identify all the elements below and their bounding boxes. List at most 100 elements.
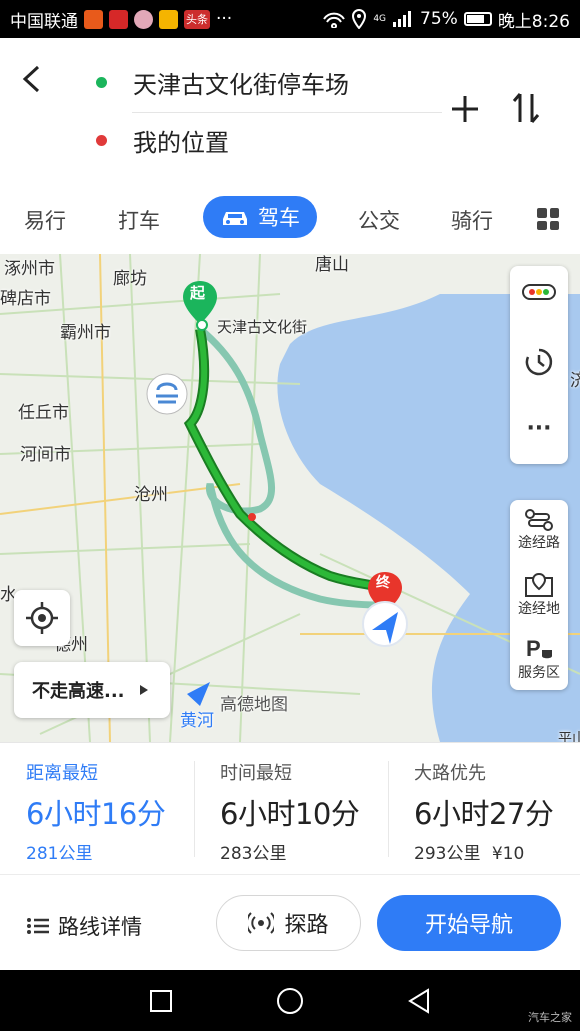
start-point <box>196 319 208 331</box>
destination-text: 我的位置 <box>133 128 229 157</box>
status-bar: 中国联通 头条 ··· 4G 75% 晚上8:26 <box>0 0 580 38</box>
system-nav-bar: 汽车之家 <box>0 970 580 1031</box>
map-label: 涿州市 <box>4 259 55 279</box>
add-waypoint-icon[interactable] <box>450 94 480 124</box>
transport-tabs: 易行 打车 驾车 公交 骑行 <box>0 188 580 254</box>
route-option-main-road[interactable]: 大路优先 6小时27分 293公里 ¥10 <box>388 743 580 875</box>
tab-easy[interactable]: 易行 <box>24 205 66 235</box>
history-toggle[interactable] <box>510 346 568 378</box>
waypoint-route-button[interactable]: 途经路 <box>510 508 568 552</box>
service-area-button[interactable]: P 服务区 <box>510 636 568 682</box>
divider <box>132 112 442 113</box>
map-label: 廊坊 <box>113 269 147 289</box>
map-label: 平山 <box>558 731 580 742</box>
tab-bike[interactable]: 骑行 <box>451 205 493 235</box>
tab-bus[interactable]: 公交 <box>358 205 400 235</box>
toll-fee: ¥10 <box>491 844 525 864</box>
tab-taxi[interactable]: 打车 <box>118 205 160 235</box>
map-label: 济 <box>570 371 580 391</box>
broadcast-icon <box>248 912 275 934</box>
route-option-name: 时间最短 <box>220 763 292 784</box>
route-option-shortest-distance[interactable]: 距离最短 6小时16分 281公里 <box>0 743 194 875</box>
traffic-toggle[interactable] <box>510 284 568 300</box>
site-watermark: 汽车之家 <box>528 1011 572 1024</box>
back-nav-icon[interactable] <box>407 988 431 1014</box>
map-label: 天津古文化街 <box>217 318 308 336</box>
destination-dot-icon <box>96 134 107 146</box>
service-area-label: 服务区 <box>518 665 560 681</box>
action-bar: 路线详情 探路 开始导航 <box>0 874 580 970</box>
recent-apps-icon[interactable] <box>149 989 173 1013</box>
avoid-highway-label: 不走高速... <box>32 681 125 702</box>
clock-refresh-icon <box>525 348 553 376</box>
waypoint-place-label: 途经地 <box>518 601 560 617</box>
back-arrow-icon <box>22 65 40 93</box>
start-navigation-button[interactable]: 开始导航 <box>377 895 561 951</box>
list-icon <box>27 918 49 934</box>
back-button[interactable] <box>20 58 56 98</box>
map-label: 霸州市 <box>60 323 111 343</box>
start-marker-label: 起 <box>190 284 206 302</box>
route-option-name: 距离最短 <box>26 763 98 784</box>
clock: 晚上8:26 <box>497 11 570 32</box>
locate-button[interactable] <box>14 590 70 646</box>
network-type: 4G <box>373 14 387 24</box>
waypoint-route-label: 途经路 <box>518 535 560 551</box>
explore-route-label: 探路 <box>284 913 329 938</box>
carrier-label: 中国联通 <box>10 11 78 32</box>
browser-app-icon <box>159 9 178 29</box>
hotspot-icon <box>323 12 346 28</box>
weather-marker <box>146 373 188 415</box>
map-label: 唐山 <box>315 255 349 275</box>
map-view[interactable]: 涿州市 廊坊 唐山 碑店市 霸州市 任丘市 河间市 沧州 德州 天津古文化街 黄… <box>0 254 580 742</box>
swap-route-icon[interactable] <box>512 92 540 124</box>
route-option-time: 6小时16分 <box>26 797 166 831</box>
route-option-distance: 283公里 <box>220 844 287 864</box>
route-option-distance: 281公里 <box>26 844 93 864</box>
map-watermark: 高德地图 <box>220 695 288 715</box>
traffic-light-icon <box>522 284 556 300</box>
route-option-shortest-time[interactable]: 时间最短 6小时10分 283公里 <box>194 743 388 875</box>
congestion-mark <box>248 513 256 521</box>
home-icon[interactable] <box>276 987 304 1015</box>
route-options: 距离最短 6小时16分 281公里 时间最短 6小时10分 283公里 大路优先… <box>0 742 580 874</box>
route-header: 天津古文化街停车场 我的位置 <box>0 38 580 188</box>
destination-field[interactable]: 我的位置 <box>82 114 442 166</box>
route-option-time: 6小时10分 <box>220 797 360 831</box>
map-pin-icon <box>525 572 553 597</box>
map-controls-bottom: 途经路 途经地 P 服务区 <box>510 500 568 690</box>
map-label: 沧州 <box>134 485 168 505</box>
route-waypoint-icon <box>525 509 553 531</box>
map-label: 任丘市 <box>18 403 69 423</box>
battery-icon <box>463 12 492 26</box>
battery-percent: 75% <box>420 9 458 29</box>
more-modes-icon[interactable] <box>537 208 559 230</box>
news-app-icon: 头条 <box>184 9 210 29</box>
map-label: 碑店市 <box>0 289 51 309</box>
avoid-highway-button[interactable]: 不走高速... <box>14 662 170 718</box>
crosshair-icon <box>26 602 58 634</box>
music-app-icon <box>109 9 128 29</box>
more-options[interactable]: ··· <box>510 416 568 441</box>
car-icon <box>223 212 247 225</box>
svg-text:P: P <box>526 636 541 661</box>
end-marker-label: 终 <box>376 575 390 591</box>
signal-icon <box>393 11 412 27</box>
explore-route-button[interactable]: 探路 <box>216 895 361 951</box>
origin-text: 天津古文化街停车场 <box>133 70 349 99</box>
map-label: 河间市 <box>20 445 71 465</box>
waypoint-place-button[interactable]: 途经地 <box>510 572 568 618</box>
route-details-button[interactable]: 路线详情 <box>26 911 142 941</box>
tab-drive-label: 驾车 <box>258 206 300 230</box>
map-controls-top: ··· <box>510 266 568 464</box>
route-details-label: 路线详情 <box>58 915 142 939</box>
tab-drive[interactable]: 驾车 <box>203 196 317 238</box>
map-label: 黄河 <box>180 711 214 731</box>
more-notifications-icon: ··· <box>216 9 233 29</box>
route-option-distance: 293公里 ¥10 <box>414 844 525 864</box>
route-option-time: 6小时27分 <box>414 797 554 831</box>
location-icon <box>352 9 367 29</box>
origin-dot-icon <box>96 76 107 88</box>
route-option-name: 大路优先 <box>414 763 486 784</box>
origin-field[interactable]: 天津古文化街停车场 <box>82 56 442 108</box>
